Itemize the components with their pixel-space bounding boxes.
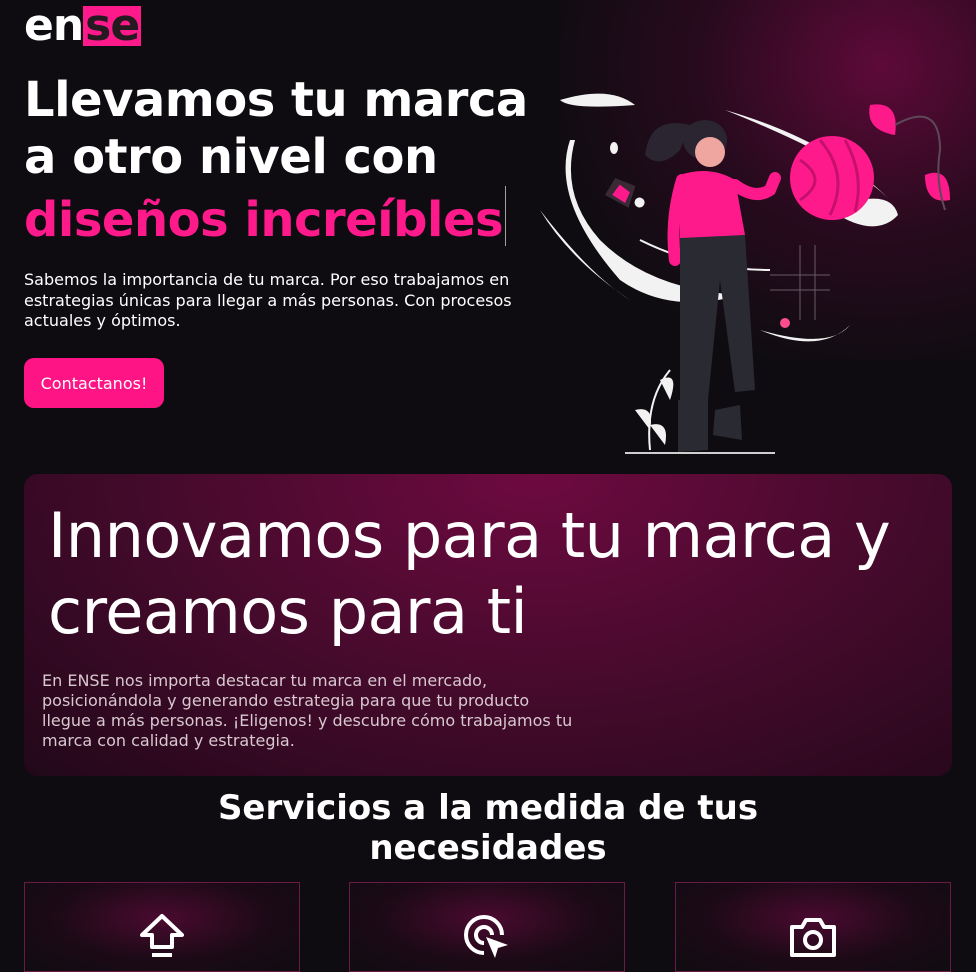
services-title-line2: necesidades (369, 828, 607, 868)
upload-icon (140, 914, 184, 957)
contact-button[interactable]: Contactanos! (24, 358, 164, 408)
services-title: Servicios a la medida de tus necesidades (0, 788, 976, 868)
service-card-marketing[interactable] (349, 882, 625, 972)
hero-title: Llevamos tu marca a otro nivel con diseñ… (24, 72, 544, 249)
designer-illustration (540, 93, 950, 454)
about-card: Innovamos para tu marca y creamos para t… (24, 474, 952, 776)
logo-text-se: se (83, 0, 142, 51)
about-title: Innovamos para tu marca y creamos para t… (48, 499, 891, 648)
service-card-photography[interactable] (675, 882, 951, 972)
camera-icon (790, 918, 836, 957)
service-card-design[interactable] (24, 882, 300, 972)
services-title-line1: Servicios a la medida de tus (217, 788, 759, 828)
cursor-click-icon (464, 915, 508, 958)
hero-title-accent: diseños increíbles (24, 192, 504, 248)
hero-title-line2: a otro nivel con (24, 129, 438, 185)
brand-logo[interactable]: en se (24, 0, 142, 51)
logo-text-en: en (24, 0, 84, 51)
about-text: En ENSE nos importa destacar tu marca en… (42, 671, 573, 750)
typing-caret (505, 186, 507, 246)
hero-description: Sabemos la importancia de tu marca. Por … (24, 270, 512, 330)
hero-title-line1: Llevamos tu marca (24, 72, 528, 128)
